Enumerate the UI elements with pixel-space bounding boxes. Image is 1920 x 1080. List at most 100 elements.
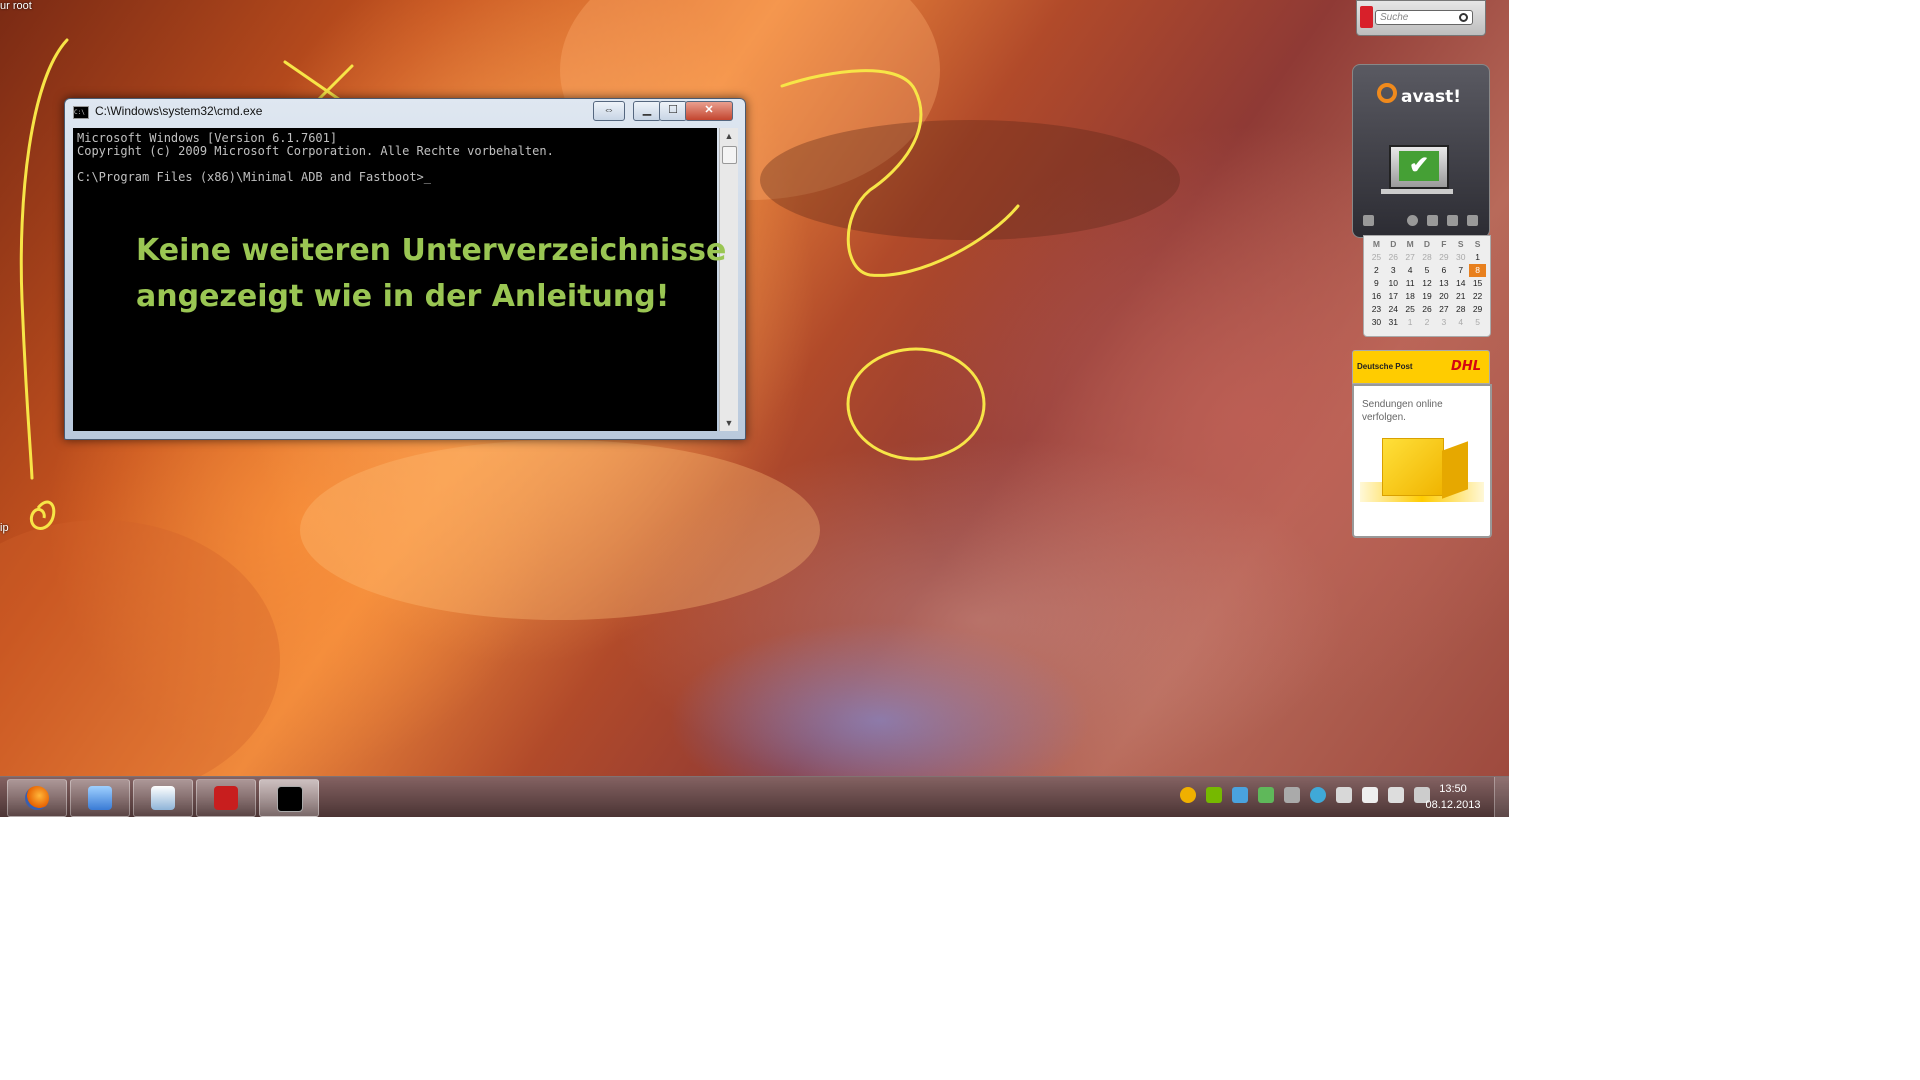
calendar-gadget[interactable]: M D M D F S S 25 26 27 28 29 30 1 2 3 4 5 6 7 8 9 10 11 12 13 14 15…: [1363, 235, 1491, 337]
calendar-day[interactable]: 30: [1368, 316, 1385, 329]
calendar-day[interactable]: 29: [1435, 251, 1452, 264]
dhl-tracking-text: Sendungen online verfolgen.: [1362, 399, 1443, 423]
calendar-grid: M D M D F S S 25 26 27 28 29 30 1 2 3 4 5 6 7 8 9 10 11 12 13 14 15…: [1368, 238, 1486, 329]
calendar-day[interactable]: 19: [1419, 290, 1436, 303]
calendar-day[interactable]: 8: [1469, 264, 1486, 277]
scroll-up-icon[interactable]: ▲: [720, 128, 738, 144]
update-icon[interactable]: [1310, 787, 1326, 803]
calendar-day[interactable]: 29: [1469, 303, 1486, 316]
close-button[interactable]: ✕: [685, 101, 733, 121]
network-status-icon[interactable]: [1232, 787, 1248, 803]
signal-strength-icon[interactable]: [1388, 787, 1404, 803]
calendar-day[interactable]: 24: [1385, 303, 1402, 316]
device-icon[interactable]: [1258, 787, 1274, 803]
avast-logo: avast!: [1377, 83, 1462, 107]
resize-button[interactable]: ⇔: [593, 101, 625, 121]
package-side-graphic: [1442, 441, 1468, 499]
wallpaper-highlight: [0, 520, 280, 776]
pdf-icon: [214, 786, 238, 810]
calendar-day[interactable]: 9: [1368, 277, 1385, 290]
taskbar-button-firefox[interactable]: [7, 779, 67, 817]
scroll-down-icon[interactable]: ▼: [720, 415, 738, 431]
search-input[interactable]: Suche: [1375, 10, 1473, 25]
facebook-icon[interactable]: [1447, 215, 1458, 226]
dhl-gadget[interactable]: Sendungen online verfolgen.: [1352, 384, 1492, 538]
console-prompt-line: C:\Program Files (x86)\Minimal ADB and F…: [77, 170, 432, 184]
calendar-day[interactable]: 3: [1435, 316, 1452, 329]
avast-tray-icon[interactable]: [1180, 787, 1196, 803]
package-icon: [1382, 438, 1444, 496]
nvidia-icon[interactable]: [1206, 787, 1222, 803]
mail-icon: [151, 786, 175, 810]
calendar-day[interactable]: 26: [1385, 251, 1402, 264]
action-center-flag-icon[interactable]: [1362, 787, 1378, 803]
taskbar-button-cmd[interactable]: [259, 779, 319, 817]
calendar-day[interactable]: 17: [1385, 290, 1402, 303]
calendar-day[interactable]: 7: [1452, 264, 1469, 277]
calendar-day[interactable]: 13: [1435, 277, 1452, 290]
calendar-day[interactable]: 1: [1469, 251, 1486, 264]
calendar-day[interactable]: 27: [1435, 303, 1452, 316]
calendar-weekday-header: D: [1423, 239, 1431, 249]
calendar-day[interactable]: 30: [1452, 251, 1469, 264]
search-icon[interactable]: [1459, 13, 1468, 22]
taskbar-button-network[interactable]: [70, 779, 130, 817]
calendar-day[interactable]: 27: [1402, 251, 1419, 264]
dhl-gadget-header[interactable]: Deutsche Post DHL: [1352, 350, 1490, 384]
calendar-day[interactable]: 25: [1368, 251, 1385, 264]
calendar-day[interactable]: 16: [1368, 290, 1385, 303]
avast-gadget[interactable]: avast! ✔: [1352, 64, 1490, 238]
calendar-day[interactable]: 15: [1469, 277, 1486, 290]
calendar-weekday-header: M: [1372, 239, 1380, 249]
window-icon[interactable]: [1363, 215, 1374, 226]
minimize-button[interactable]: ▁: [633, 101, 661, 121]
calendar-weekday-header: M: [1406, 239, 1414, 249]
calendar-day[interactable]: 18: [1402, 290, 1419, 303]
checkmark-icon: ✔: [1399, 151, 1439, 181]
calendar-day[interactable]: 28: [1419, 251, 1436, 264]
scrollbar-thumb[interactable]: [722, 146, 737, 164]
calendar-day[interactable]: 2: [1419, 316, 1436, 329]
calendar-day[interactable]: 26: [1419, 303, 1436, 316]
cmd-icon: [277, 786, 303, 812]
calendar-day[interactable]: 4: [1452, 316, 1469, 329]
calendar-day[interactable]: 25: [1402, 303, 1419, 316]
cmd-window-icon[interactable]: C:\: [73, 106, 89, 119]
taskbar-button-mail[interactable]: [133, 779, 193, 817]
twitter-icon[interactable]: [1427, 215, 1438, 226]
calendar-day[interactable]: 5: [1469, 316, 1486, 329]
maximize-button[interactable]: ☐: [659, 101, 687, 121]
calendar-day[interactable]: 4: [1402, 264, 1419, 277]
calendar-day[interactable]: 5: [1419, 264, 1436, 277]
desktop-icon-label[interactable]: ip: [0, 522, 9, 534]
volume-icon[interactable]: [1336, 787, 1352, 803]
network-icon: [88, 786, 112, 810]
calendar-day[interactable]: 6: [1435, 264, 1452, 277]
calendar-day[interactable]: 3: [1385, 264, 1402, 277]
calendar-day[interactable]: 1: [1402, 316, 1419, 329]
calendar-day[interactable]: 22: [1469, 290, 1486, 303]
cmd-titlebar[interactable]: C:\ C:\Windows\system32\cmd.exe ⇔ ▁ ☐ ✕: [65, 99, 745, 123]
calendar-day[interactable]: 20: [1435, 290, 1452, 303]
calendar-day[interactable]: 23: [1368, 303, 1385, 316]
desktop-icon-label[interactable]: ur root: [0, 0, 32, 12]
refresh-icon[interactable]: [1407, 215, 1418, 226]
taskbar-button-acrobat[interactable]: [196, 779, 256, 817]
avast-logo-text: avast!: [1401, 87, 1462, 107]
calendar-day[interactable]: 31: [1385, 316, 1402, 329]
calendar-weekday-header: D: [1390, 239, 1397, 249]
calendar-day[interactable]: 21: [1452, 290, 1469, 303]
calendar-day[interactable]: 10: [1385, 277, 1402, 290]
drive-icon[interactable]: [1284, 787, 1300, 803]
calendar-weekday-header: F: [1441, 239, 1447, 249]
share-icon[interactable]: [1467, 215, 1478, 226]
show-desktop-button[interactable]: [1494, 777, 1510, 817]
avast-logo-icon: [1377, 83, 1397, 103]
calendar-day[interactable]: 14: [1452, 277, 1469, 290]
deutsche-post-label: Deutsche Post: [1357, 362, 1413, 371]
calendar-day[interactable]: 2: [1368, 264, 1385, 277]
calendar-day[interactable]: 11: [1402, 277, 1419, 290]
calendar-day[interactable]: 12: [1419, 277, 1436, 290]
system-clock[interactable]: 13:50 08.12.2013: [1418, 781, 1488, 813]
calendar-day[interactable]: 28: [1452, 303, 1469, 316]
